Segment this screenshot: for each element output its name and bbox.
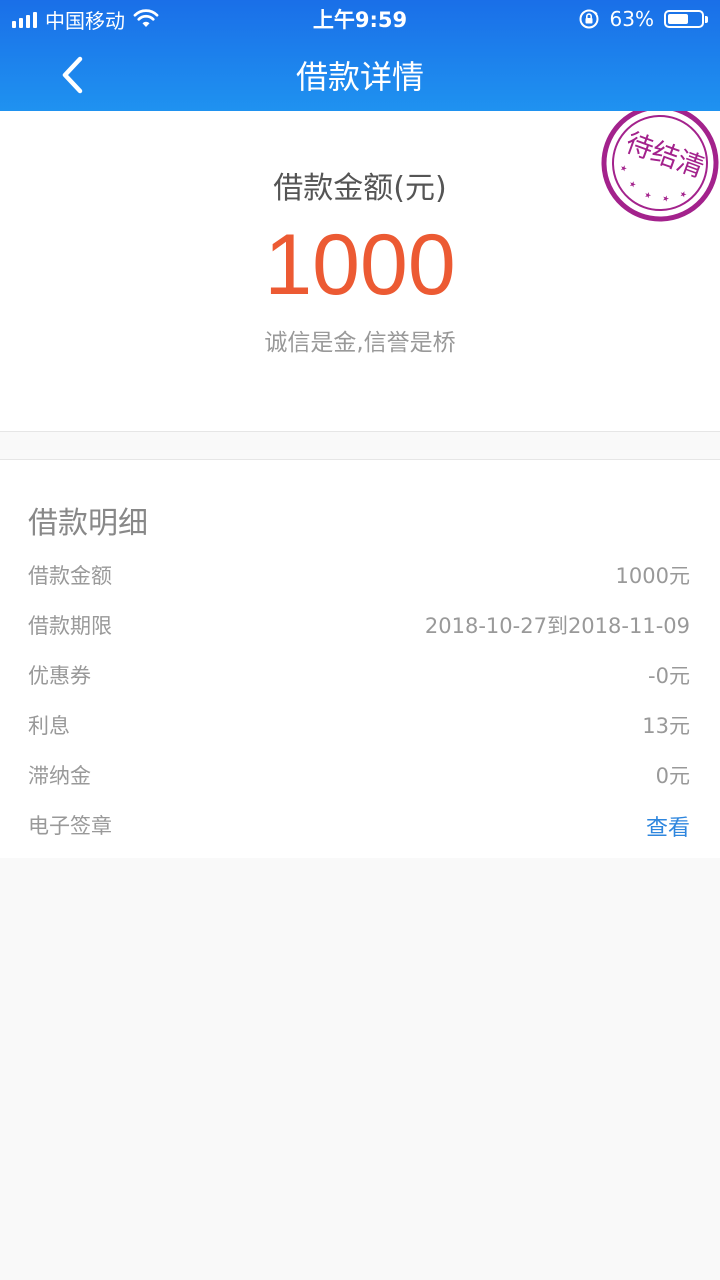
detail-row-value: 1000元 [615,564,690,588]
battery-percent: 63% [609,7,654,31]
detail-row-value: 2018-10-27到2018-11-09 [424,614,690,638]
detail-row-late-fee: 滞纳金 0元 [28,760,692,796]
battery-icon [664,10,708,28]
stamp-star-icon: ★ [628,179,638,190]
header: 中国移动 上午9:59 63% 借款详情 [0,0,720,111]
loan-summary-card: 借款金额(元) 1000 诚信是金,信誉是桥 待结清 ★ ★ ★ ★ ★ [0,111,720,432]
detail-row-label: 借款期限 [28,614,112,638]
detail-row-label: 电子签章 [28,814,112,838]
rotation-lock-icon [579,9,599,29]
detail-row-value: 0元 [655,764,690,788]
detail-row-loan-term: 借款期限 2018-10-27到2018-11-09 [28,610,692,646]
status-bar-right: 63% [578,5,708,33]
detail-row-label: 滞纳金 [28,764,91,788]
nav-bar: 借款详情 [0,38,720,111]
detail-row-e-signature: 电子签章 查看 [28,810,692,846]
loan-detail-card: 借款明细 借款金额 1000元 借款期限 2018-10-27到2018-11-… [0,459,720,858]
stamp-star-icon: ★ [643,190,653,201]
detail-row-coupon: 优惠券 -0元 [28,660,692,696]
detail-row-label: 利息 [28,714,70,738]
detail-row-label: 借款金额 [28,564,112,588]
battery-level-fill [668,14,689,24]
stamp-star-icon: ★ [661,193,671,204]
stamp-text: 待结清 [621,127,708,184]
view-e-signature-link[interactable]: 查看 [646,810,690,842]
detail-row-value: -0元 [648,664,690,688]
detail-row-interest: 利息 13元 [28,710,692,746]
pending-settlement-stamp: 待结清 ★ ★ ★ ★ ★ [601,111,719,222]
slogan-text: 诚信是金,信誉是桥 [264,330,456,356]
status-bar: 中国移动 上午9:59 63% [0,0,720,38]
detail-row-value: 13元 [642,714,690,738]
stamp-star-icon: ★ [619,163,629,174]
stamp-star-icon: ★ [678,189,688,200]
detail-row-label: 优惠券 [28,664,91,688]
detail-section-title: 借款明细 [28,506,148,541]
detail-row-loan-amount: 借款金额 1000元 [28,560,692,596]
page-title: 借款详情 [295,58,424,96]
